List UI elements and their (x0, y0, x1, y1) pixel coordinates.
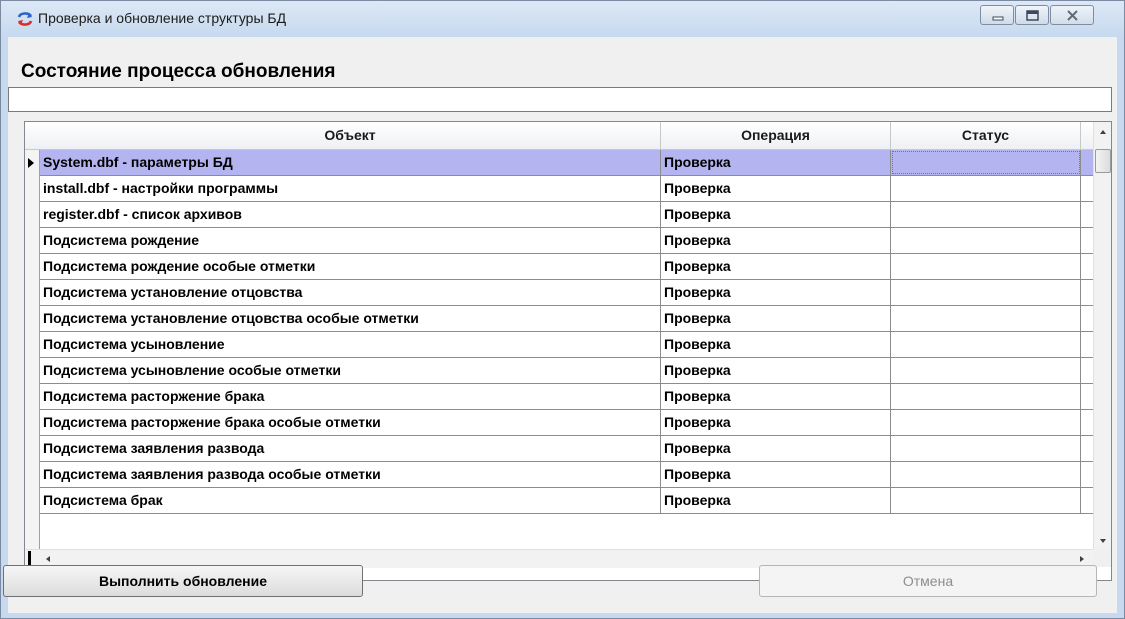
table-row[interactable]: Подсистема брак Проверка (40, 488, 1093, 514)
title-bar[interactable]: Проверка и обновление структуры БД (1, 1, 1124, 37)
scroll-up-icon[interactable] (1094, 124, 1112, 141)
scroll-right-icon[interactable] (1076, 552, 1088, 566)
cell-object[interactable]: Подсистема усыновление (40, 332, 661, 357)
cell-operation[interactable]: Проверка (661, 410, 891, 435)
table-row[interactable]: Подсистема усыновление особые отметки Про… (40, 358, 1093, 384)
cell-status[interactable] (891, 176, 1081, 201)
scroll-left-icon[interactable] (42, 552, 54, 566)
cell-status[interactable] (891, 254, 1081, 279)
cell-object[interactable]: Подсистема заявления развода (40, 436, 661, 461)
cell-operation[interactable]: Проверка (661, 332, 891, 357)
maximize-icon (1026, 10, 1039, 21)
cell-operation[interactable]: Проверка (661, 488, 891, 513)
current-row-pointer-icon (28, 158, 34, 168)
cell-operation[interactable]: Проверка (661, 202, 891, 227)
maximize-button[interactable] (1015, 5, 1049, 25)
cell-operation[interactable]: Проверка (661, 254, 891, 279)
cell-object[interactable]: Подсистема рождение (40, 228, 661, 253)
objects-grid[interactable]: Объект Операция Статус System.dbf - пара… (24, 121, 1112, 581)
cell-object[interactable]: Подсистема установление отцовства особые… (40, 306, 661, 331)
minimize-icon (992, 16, 1004, 21)
cancel-button[interactable]: Отмена (759, 565, 1097, 597)
focus-rectangle (892, 151, 1080, 174)
cell-operation[interactable]: Проверка (661, 384, 891, 409)
table-row[interactable]: Подсистема усыновление Проверка (40, 332, 1093, 358)
cell-object[interactable]: register.dbf - список архивов (40, 202, 661, 227)
grid-header: Объект Операция Статус (25, 122, 1093, 150)
table-row[interactable]: Подсистема расторжение брака особые отме… (40, 410, 1093, 436)
cell-operation[interactable]: Проверка (661, 462, 891, 487)
table-row[interactable]: Подсистема расторжение брака Проверка (40, 384, 1093, 410)
progress-status-field (8, 87, 1112, 112)
column-header-status[interactable]: Статус (891, 122, 1081, 149)
cell-status[interactable] (891, 228, 1081, 253)
cell-status[interactable] (891, 332, 1081, 357)
cell-object[interactable]: Подсистема заявления развода особые отме… (40, 462, 661, 487)
cell-object[interactable]: System.dbf - параметры БД (40, 150, 661, 175)
dialog-window: Проверка и обновление структуры БД Состо… (0, 0, 1125, 619)
row-indicator-column (25, 122, 40, 549)
minimize-button[interactable] (980, 5, 1014, 25)
cell-object[interactable]: Подсистема усыновление особые отметки (40, 358, 661, 383)
cell-status[interactable] (891, 358, 1081, 383)
cell-object[interactable]: Подсистема рождение особые отметки (40, 254, 661, 279)
cell-operation[interactable]: Проверка (661, 306, 891, 331)
cell-status[interactable] (891, 280, 1081, 305)
cell-object[interactable]: Подсистема брак (40, 488, 661, 513)
run-update-button[interactable]: Выполнить обновление (3, 565, 363, 597)
cell-status[interactable] (891, 384, 1081, 409)
cell-status[interactable] (891, 306, 1081, 331)
column-header-object[interactable]: Объект (40, 122, 661, 149)
close-button[interactable] (1050, 5, 1094, 25)
cell-object[interactable]: Подсистема установление отцовства (40, 280, 661, 305)
dialog-body: Состояние процесса обновления Объект Опе… (3, 37, 1117, 613)
cell-operation[interactable]: Проверка (661, 280, 891, 305)
table-row[interactable]: install.dbf - настройки программы Проверк… (40, 176, 1093, 202)
cell-operation[interactable]: Проверка (661, 150, 891, 175)
cell-operation[interactable]: Проверка (661, 228, 891, 253)
table-row[interactable]: Подсистема рождение Проверка (40, 228, 1093, 254)
table-row[interactable]: register.dbf - список архивов Проверка (40, 202, 1093, 228)
table-row[interactable]: Подсистема установление отцовства Проверк… (40, 280, 1093, 306)
table-row[interactable]: Подсистема рождение особые отметки Провер… (40, 254, 1093, 280)
vertical-scrollbar[interactable] (1093, 122, 1112, 549)
close-icon (1067, 10, 1078, 21)
scroll-down-icon[interactable] (1094, 532, 1112, 549)
table-row[interactable]: Подсистема заявления развода Проверка (40, 436, 1093, 462)
cell-status[interactable] (891, 436, 1081, 461)
table-row[interactable]: Подсистема заявления развода особые отме… (40, 462, 1093, 488)
cell-object[interactable]: Подсистема расторжение брака особые отме… (40, 410, 661, 435)
table-row[interactable]: System.dbf - параметры БД Проверка (40, 150, 1093, 176)
cell-object[interactable]: Подсистема расторжение брака (40, 384, 661, 409)
cell-operation[interactable]: Проверка (661, 436, 891, 461)
cell-operation[interactable]: Проверка (661, 358, 891, 383)
cell-object[interactable]: install.dbf - настройки программы (40, 176, 661, 201)
column-header-operation[interactable]: Операция (661, 122, 891, 149)
cell-operation[interactable]: Проверка (661, 176, 891, 201)
status-heading: Состояние процесса обновления (21, 61, 336, 82)
cell-status[interactable] (891, 410, 1081, 435)
cell-status[interactable] (891, 202, 1081, 227)
refresh-arrows-icon (16, 11, 34, 27)
table-row[interactable]: Подсистема установление отцовства особые… (40, 306, 1093, 332)
cell-status[interactable] (891, 462, 1081, 487)
window-title: Проверка и обновление структуры БД (38, 10, 287, 26)
scrollbar-corner (1093, 549, 1111, 567)
vertical-scroll-thumb[interactable] (1095, 149, 1111, 173)
cell-status[interactable] (891, 488, 1081, 513)
